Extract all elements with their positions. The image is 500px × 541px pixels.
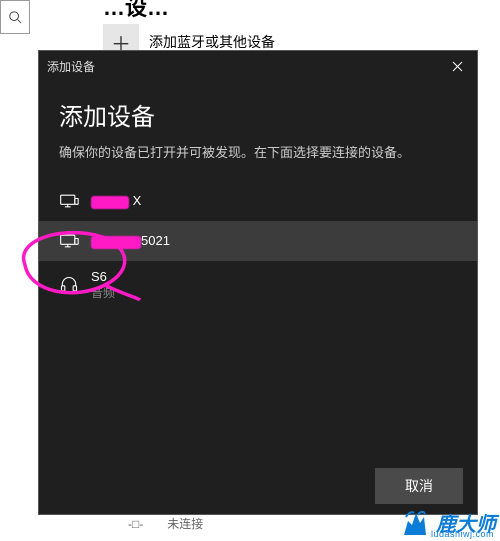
page-heading: …设… xyxy=(103,0,169,22)
search-box[interactable] xyxy=(0,0,30,34)
device-item-s6[interactable]: S6 音频 xyxy=(39,261,477,309)
watermark: 鹿大师 ludashiwj.com xyxy=(398,507,496,537)
device-subtitle: 音频 xyxy=(91,284,115,301)
cancel-button[interactable]: 取消 xyxy=(375,468,463,504)
watermark-icon xyxy=(398,507,430,537)
add-device-dialog: 添加设备 添加设备 确保你的设备已打开并可被发现。在下面选择要连接的设备。 X xyxy=(38,50,478,515)
device-name: S6 xyxy=(91,269,115,284)
search-icon xyxy=(8,10,22,24)
display-icon xyxy=(59,231,79,251)
device-item[interactable]: 5021 xyxy=(39,221,477,261)
device-name: X xyxy=(91,193,141,208)
dialog-titlebar-text: 添加设备 xyxy=(47,58,95,75)
device-name: 5021 xyxy=(91,233,170,248)
device-list: X 5021 S6 音频 xyxy=(39,181,477,309)
dialog-heading: 添加设备 xyxy=(59,97,457,132)
device-item[interactable]: X xyxy=(39,181,477,221)
display-icon xyxy=(59,191,79,211)
status-row: -□- 未连接 xyxy=(128,515,203,532)
close-button[interactable] xyxy=(437,51,477,81)
headset-icon xyxy=(59,275,79,295)
status-text: 未连接 xyxy=(167,515,203,532)
add-device-label: 添加蓝牙或其他设备 xyxy=(149,32,275,52)
dialog-subtitle: 确保你的设备已打开并可被发现。在下面选择要连接的设备。 xyxy=(59,142,457,161)
watermark-url: ludashiwj.com xyxy=(431,529,494,539)
status-dash: -□- xyxy=(128,517,143,531)
dialog-titlebar: 添加设备 xyxy=(39,51,477,81)
close-icon xyxy=(452,61,463,72)
